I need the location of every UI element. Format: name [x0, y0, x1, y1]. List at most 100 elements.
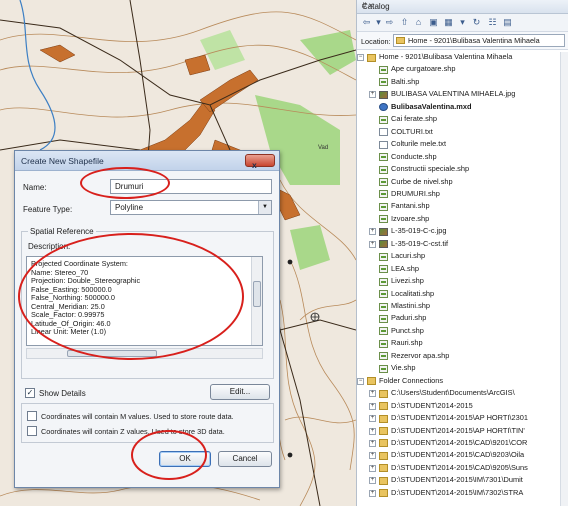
tree-item[interactable]: Izvoare.shp: [359, 214, 560, 225]
location-value: Home - 9201\Bulibasa Valentina Mihaela: [408, 36, 540, 45]
z-values-checkbox[interactable]: [27, 426, 37, 436]
tree-item[interactable]: − Home - 9201\Bulibasa Valentina Mihaela: [357, 52, 560, 63]
tree-item-label: Izvoare.shp: [391, 213, 430, 223]
m-values-checkbox[interactable]: [27, 411, 37, 421]
home-icon[interactable]: ⌂: [413, 17, 424, 28]
catalog-scrollbar[interactable]: [560, 52, 568, 506]
shp-file-icon: [379, 302, 388, 311]
folder-file-icon: [379, 389, 388, 398]
tree-item[interactable]: Rauri.shp: [359, 338, 560, 349]
description-vertical-scrollbar[interactable]: [251, 257, 262, 345]
tree-item[interactable]: Vie.shp: [359, 363, 560, 374]
connect-folder-icon[interactable]: ▣: [428, 17, 439, 28]
tree-item[interactable]: + D:\STUDENT\2014-2015\AP HORTI\2301: [359, 413, 560, 424]
expand-icon[interactable]: +: [369, 477, 376, 485]
ok-button[interactable]: OK: [159, 451, 211, 467]
options-icon[interactable]: ☷: [487, 17, 498, 28]
tree-item-label: Ape curgatoare.shp: [391, 64, 456, 74]
tree-item[interactable]: + D:\STUDENT\2014-2015\IM\7301\Dumit: [359, 475, 560, 486]
tree-item[interactable]: + D:\STUDENT\2014-2015\CAD\9203\Oila: [359, 450, 560, 461]
expand-icon[interactable]: +: [369, 402, 376, 410]
tree-item[interactable]: + C:\Users\Student\Documents\ArcGIS\: [359, 388, 560, 399]
chevron-down-icon[interactable]: ▾: [373, 17, 384, 28]
tree-item[interactable]: + L-35-019-C-c.jpg: [359, 226, 560, 237]
tree-item[interactable]: BulibasaValentina.mxd: [359, 102, 560, 113]
folder-file-icon: [379, 439, 388, 448]
tree-item[interactable]: − Folder Connections: [357, 376, 560, 387]
tree-item[interactable]: + D:\STUDENT\2014-2015\AP HORTI\TIN': [359, 426, 560, 437]
pin-icon[interactable]: # ×: [362, 1, 564, 10]
scroll-thumb[interactable]: [67, 350, 157, 357]
tree-item[interactable]: + L-35-019-C-cst.tif: [359, 239, 560, 250]
tree-item[interactable]: + D:\STUDENT\2014-2015: [359, 401, 560, 412]
cancel-button[interactable]: Cancel: [218, 451, 272, 467]
tree-item[interactable]: Ape curgatoare.shp: [359, 64, 560, 75]
tree-item-label: Punct.shp: [391, 325, 424, 335]
mxd-file-icon: [379, 103, 388, 112]
tree-item[interactable]: Colturile mele.txt: [359, 139, 560, 150]
expand-icon[interactable]: +: [369, 91, 376, 99]
txt-file-icon: [379, 140, 388, 149]
tree-item-label: Livezi.shp: [391, 276, 424, 286]
refresh-icon[interactable]: ↻: [471, 17, 482, 28]
shp-file-icon: [379, 277, 388, 286]
expand-icon[interactable]: +: [369, 415, 376, 423]
tree-item[interactable]: COLTURI.txt: [359, 127, 560, 138]
expand-icon[interactable]: +: [369, 390, 376, 398]
collapse-icon[interactable]: −: [357, 377, 364, 385]
feature-type-select[interactable]: Polyline ▼: [110, 200, 272, 215]
tree-item[interactable]: Curbe de nivel.shp: [359, 177, 560, 188]
tree-item[interactable]: + D:\STUDENT\2014-2015\CAD\9205\Suns: [359, 463, 560, 474]
scroll-thumb[interactable]: [253, 281, 261, 307]
up-one-level-icon[interactable]: ⇧: [399, 17, 410, 28]
shp-file-icon: [379, 202, 388, 211]
shp-file-icon: [379, 327, 388, 336]
tree-item[interactable]: Paduri.shp: [359, 313, 560, 324]
tree-item[interactable]: + D:\STUDENT\2014-2015\CAD\9201\COR: [359, 438, 560, 449]
description-label: Description:: [28, 242, 71, 251]
back-icon[interactable]: ⇦: [361, 17, 372, 28]
tree-item[interactable]: Punct.shp: [359, 326, 560, 337]
close-button[interactable]: x: [245, 154, 275, 170]
tree-item[interactable]: + D:\STUDENT\2014-2015\IM\7302\STRA: [359, 488, 560, 499]
tree-item[interactable]: DRUMURI.shp: [359, 189, 560, 200]
chevron-down-icon[interactable]: ▾: [457, 17, 468, 28]
tree-item[interactable]: Balti.shp: [359, 77, 560, 88]
location-input[interactable]: Home - 9201\Bulibasa Valentina Mihaela: [393, 34, 565, 47]
expand-icon[interactable]: +: [369, 427, 376, 435]
shp-file-icon: [379, 215, 388, 224]
fconn-file-icon: [367, 377, 376, 386]
expand-icon[interactable]: +: [369, 228, 376, 236]
tree-item[interactable]: Fantani.shp: [359, 201, 560, 212]
expand-icon[interactable]: +: [369, 439, 376, 447]
tree-item[interactable]: Lacuri.shp: [359, 251, 560, 262]
tree-item[interactable]: Mlastini.shp: [359, 301, 560, 312]
view-options-icon[interactable]: ▦: [443, 17, 454, 28]
tree-item[interactable]: Conducte.shp: [359, 152, 560, 163]
description-lines: Projected Coordinate System: Name: Stereo…: [31, 259, 258, 337]
description-box[interactable]: Projected Coordinate System: Name: Stereo…: [26, 256, 263, 346]
tree-item[interactable]: Constructii speciale.shp: [359, 164, 560, 175]
edit-button[interactable]: Edit...: [210, 384, 270, 400]
description-horizontal-scrollbar[interactable]: [26, 348, 263, 359]
expand-icon[interactable]: +: [369, 452, 376, 460]
tree-item[interactable]: + BULIBASA VALENTINA MIHAELA.jpg: [359, 89, 560, 100]
folder-file-icon: [379, 414, 388, 423]
expand-icon[interactable]: +: [369, 489, 376, 497]
show-details-checkbox[interactable]: ✓: [25, 388, 35, 398]
img-file-icon: [379, 240, 388, 249]
tree-item[interactable]: Livezi.shp: [359, 276, 560, 287]
tree-item[interactable]: LEA.shp: [359, 264, 560, 275]
tree-item-label: C:\Users\Student\Documents\ArcGIS\: [391, 388, 515, 398]
forward-icon[interactable]: ⇨: [384, 17, 395, 28]
tree-item[interactable]: Cai ferate.shp: [359, 114, 560, 125]
expand-icon[interactable]: +: [369, 464, 376, 472]
name-input[interactable]: Drumuri: [110, 179, 272, 194]
toggle-panel-icon[interactable]: ▤: [502, 17, 513, 28]
expand-icon[interactable]: +: [369, 240, 376, 248]
collapse-icon[interactable]: −: [357, 54, 364, 61]
tree-item[interactable]: Localitati.shp: [359, 289, 560, 300]
tree-item-label: D:\STUDENT\2014-2015\CAD\9201\COR: [391, 437, 528, 447]
tree-item[interactable]: Rezervor apa.shp: [359, 351, 560, 362]
dialog-title-bar[interactable]: Create New Shapefile x: [15, 151, 279, 171]
